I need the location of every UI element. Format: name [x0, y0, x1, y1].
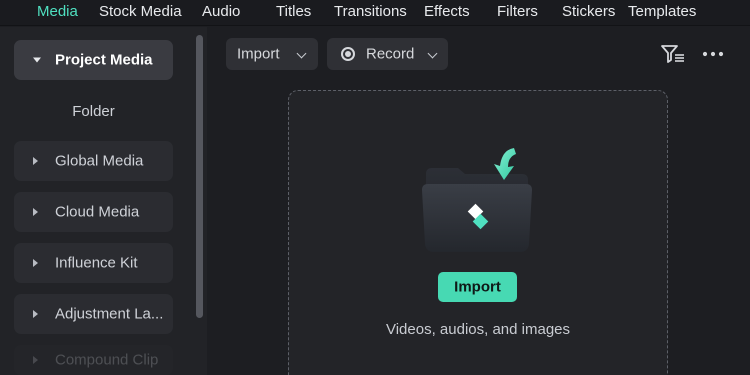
sidebar-item-label: Global Media [55, 152, 144, 170]
import-media-button[interactable]: Import [438, 272, 517, 302]
tab-titles[interactable]: Titles [276, 3, 311, 20]
sidebar-item-label: Adjustment La... [55, 305, 164, 323]
sidebar-item-influence-kit[interactable]: Influence Kit [14, 243, 173, 283]
import-hint-text: Videos, audios, and images [385, 321, 570, 338]
media-sidebar: Project Media Folder Global Media Cloud … [0, 27, 207, 375]
caret-right-icon [33, 259, 38, 267]
import-dropdown-label: Import [237, 45, 280, 63]
chevron-down-icon [296, 48, 307, 59]
sidebar-item-label: Project Media [55, 51, 153, 69]
tab-stickers[interactable]: Stickers [562, 3, 615, 20]
record-dropdown-label: Record [366, 45, 415, 63]
filter-icon[interactable] [660, 43, 686, 65]
tab-effects[interactable]: Effects [424, 3, 470, 20]
sidebar-item-cloud-media[interactable]: Cloud Media [14, 192, 173, 232]
caret-right-icon [33, 310, 38, 318]
tab-templates[interactable]: Templates [628, 3, 696, 20]
tab-transitions[interactable]: Transitions [334, 3, 407, 20]
caret-right-icon [33, 157, 38, 165]
tab-audio[interactable]: Audio [202, 3, 240, 20]
import-media-label: Import [454, 278, 501, 296]
sidebar-item-project-media[interactable]: Project Media [14, 40, 173, 80]
caret-down-icon [33, 57, 41, 63]
media-tab-bar: Media Stock Media Audio Titles Transitio… [0, 0, 750, 26]
import-folder-icon [422, 148, 532, 252]
sidebar-item-global-media[interactable]: Global Media [14, 141, 173, 181]
sidebar-item-folder[interactable]: Folder [14, 100, 173, 124]
more-icon[interactable] [700, 43, 726, 65]
sidebar-scrollbar[interactable] [196, 35, 203, 318]
tab-filters[interactable]: Filters [497, 3, 538, 20]
sidebar-item-compound-clip[interactable]: Compound Clip [14, 345, 173, 375]
sidebar-item-adjustment-layer[interactable]: Adjustment La... [14, 294, 173, 334]
caret-right-icon [33, 208, 38, 216]
sidebar-item-label: Cloud Media [55, 203, 140, 221]
tab-stock-media[interactable]: Stock Media [99, 3, 182, 20]
tab-media[interactable]: Media [37, 3, 78, 20]
record-dropdown-button[interactable]: Record [327, 38, 448, 70]
record-icon [341, 47, 355, 61]
caret-right-icon [33, 356, 38, 364]
chevron-down-icon [427, 48, 438, 59]
sidebar-item-label: Influence Kit [55, 254, 138, 272]
import-dropdown-button[interactable]: Import [226, 38, 318, 70]
sidebar-item-label: Compound Clip [55, 351, 159, 369]
